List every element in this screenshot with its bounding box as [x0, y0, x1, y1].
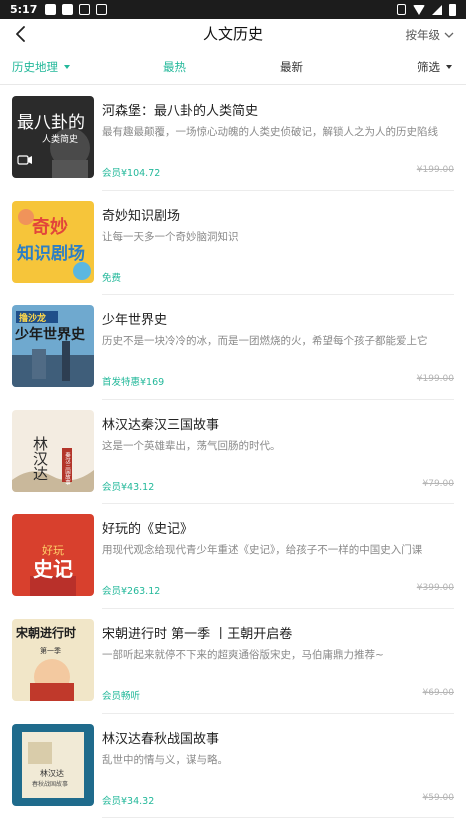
cover-text: 秦汉三国故事 — [64, 451, 71, 486]
course-title: 林汉达春秋战国故事 — [102, 731, 220, 747]
back-arrow-icon — [16, 26, 25, 42]
cover-text: 第一季 — [40, 646, 61, 655]
cover-text: 最八卦的 — [17, 113, 85, 133]
grade-filter-dropdown[interactable]: 按年级 — [406, 27, 455, 43]
course-price: 会员¥34.32 — [102, 795, 155, 807]
divider — [102, 817, 454, 819]
notification-icon — [62, 4, 74, 15]
sift-label: 筛选 — [417, 59, 440, 74]
course-original-price: ¥79.00 — [422, 478, 455, 489]
vibrate-icon — [397, 4, 406, 15]
status-bar: 5:17 — [0, 0, 466, 19]
course-description: 让每一天多一个奇妙脑洞知识 — [102, 230, 239, 243]
course-price: 会员¥104.72 — [102, 168, 161, 179]
sort-hot-tab[interactable]: 最热 — [163, 59, 186, 75]
course-description: 一部听起来就停不下来的超爽通俗版宋史，马伯庸鼎力推荐~ — [102, 648, 384, 661]
course-original-price: ¥59.00 — [422, 792, 455, 803]
course-original-price: ¥399.00 — [416, 583, 454, 594]
course-title: 宋朝进行时 第一季 丨王朝开启卷 — [102, 626, 293, 642]
course-cover: 林汉达 秦汉三国故事 — [12, 409, 94, 492]
battery-icon — [449, 3, 456, 16]
course-original-price: ¥199.00 — [416, 374, 454, 385]
page-title: 人文历史 — [202, 24, 263, 43]
course-price: 会员畅听 — [102, 690, 141, 702]
course-cover: 最八卦的 人类简史 — [12, 96, 94, 178]
course-description: 乱世中的情与义，谋与略。 — [102, 753, 228, 766]
course-description: 用现代观念给现代青少年重述《史记》，给孩子不一样的中国史入门课 — [102, 544, 423, 557]
category-dropdown[interactable]: 历史地理 — [12, 59, 70, 75]
filter-bar: 历史地理 最热 最新 筛选 — [0, 49, 466, 85]
grade-filter-label: 按年级 — [405, 28, 441, 42]
notification-icon — [45, 4, 57, 15]
cover-text: 撸沙龙 — [19, 312, 46, 324]
course-price: 首发特惠¥169 — [102, 377, 165, 389]
triangle-down-icon — [446, 64, 452, 69]
course-item[interactable]: 林汉达 春秋战国故事 林汉达春秋战国故事 乱世中的情与义，谋与略。 会员¥34.… — [0, 714, 466, 819]
cover-text: 少年世界史 — [14, 326, 86, 343]
wifi-icon — [413, 4, 425, 15]
course-item[interactable]: 林汉达 秦汉三国故事 林汉达秦汉三国故事 这是一个英雄辈出，荡气回肠的时代。 会… — [0, 400, 466, 505]
course-item[interactable]: 奇妙 知识剧场 奇妙知识剧场 让每一天多一个奇妙脑洞知识 免费 — [0, 191, 466, 296]
course-title: 河森堡：最八卦的人类简史 — [102, 104, 259, 119]
cover-text: 好玩 — [42, 543, 64, 557]
course-title: 好玩的《史记》 — [102, 522, 194, 538]
course-item[interactable]: 最八卦的 人类简史 河森堡：最八卦的人类简史 最有趣最颠覆，一场惊心动魄的人类史… — [0, 86, 466, 191]
course-item[interactable]: 好玩 史记 好玩的《史记》 用现代观念给现代青少年重述《史记》，给孩子不一样的中… — [0, 504, 466, 609]
notification-icon — [79, 4, 91, 15]
category-label: 历史地理 — [12, 59, 58, 74]
notification-icon — [96, 4, 108, 15]
course-list: 最八卦的 人类简史 河森堡：最八卦的人类简史 最有趣最颠覆，一场惊心动魄的人类史… — [0, 86, 466, 819]
back-button[interactable] — [10, 23, 32, 45]
course-price: 会员¥263.12 — [102, 586, 161, 598]
course-description: 最有趣最颠覆，一场惊心动魄的人类史侦破记，解锁人之为人的历史陷线 — [102, 126, 438, 138]
course-item[interactable]: 撸沙龙 少年世界史 少年世界史 历史不是一块冷冷的冰，而是一团燃烧的火，希望每个… — [0, 295, 466, 400]
status-time: 5:17 — [10, 3, 38, 16]
course-description: 这是一个英雄辈出，荡气回肠的时代。 — [102, 439, 281, 452]
course-title: 奇妙知识剧场 — [102, 208, 181, 224]
course-cover: 撸沙龙 少年世界史 — [12, 305, 94, 388]
chevron-down-icon — [444, 32, 454, 38]
cover-text: 林汉达 — [31, 436, 49, 481]
course-price: 会员¥43.12 — [102, 481, 155, 493]
triangle-down-icon — [64, 64, 70, 69]
course-title: 少年世界史 — [102, 313, 168, 329]
course-cover: 奇妙 知识剧场 — [12, 200, 94, 283]
cover-text: 人类简史 — [42, 133, 78, 145]
sift-dropdown[interactable]: 筛选 — [417, 59, 452, 75]
course-original-price: ¥199.00 — [416, 165, 454, 175]
signal-icon — [432, 4, 442, 15]
sort-new-tab[interactable]: 最新 — [280, 59, 303, 75]
cover-text: 史记 — [33, 557, 73, 581]
cover-text: 春秋战国故事 — [32, 780, 68, 788]
cover-text: 知识剧场 — [16, 243, 85, 264]
course-price: 免费 — [102, 272, 122, 284]
cover-text: 林汉达 — [40, 768, 64, 778]
course-item[interactable]: 宋朝进行时 第一季 宋朝进行时 第一季 丨王朝开启卷 一部听起来就停不下来的超爽… — [0, 609, 466, 714]
course-cover: 林汉达 春秋战国故事 — [12, 723, 94, 806]
cover-text: 宋朝进行时 — [16, 625, 76, 640]
course-description: 历史不是一块冷冷的冰，而是一团燃烧的火，希望每个孩子都能爱上它 — [102, 335, 428, 348]
course-cover: 宋朝进行时 第一季 — [12, 618, 94, 701]
nav-bar: 人文历史 按年级 — [0, 19, 466, 49]
course-original-price: ¥69.00 — [422, 687, 455, 698]
cover-text: 奇妙 — [32, 216, 68, 238]
course-title: 林汉达秦汉三国故事 — [102, 417, 220, 433]
course-cover: 好玩 史记 — [12, 514, 94, 597]
